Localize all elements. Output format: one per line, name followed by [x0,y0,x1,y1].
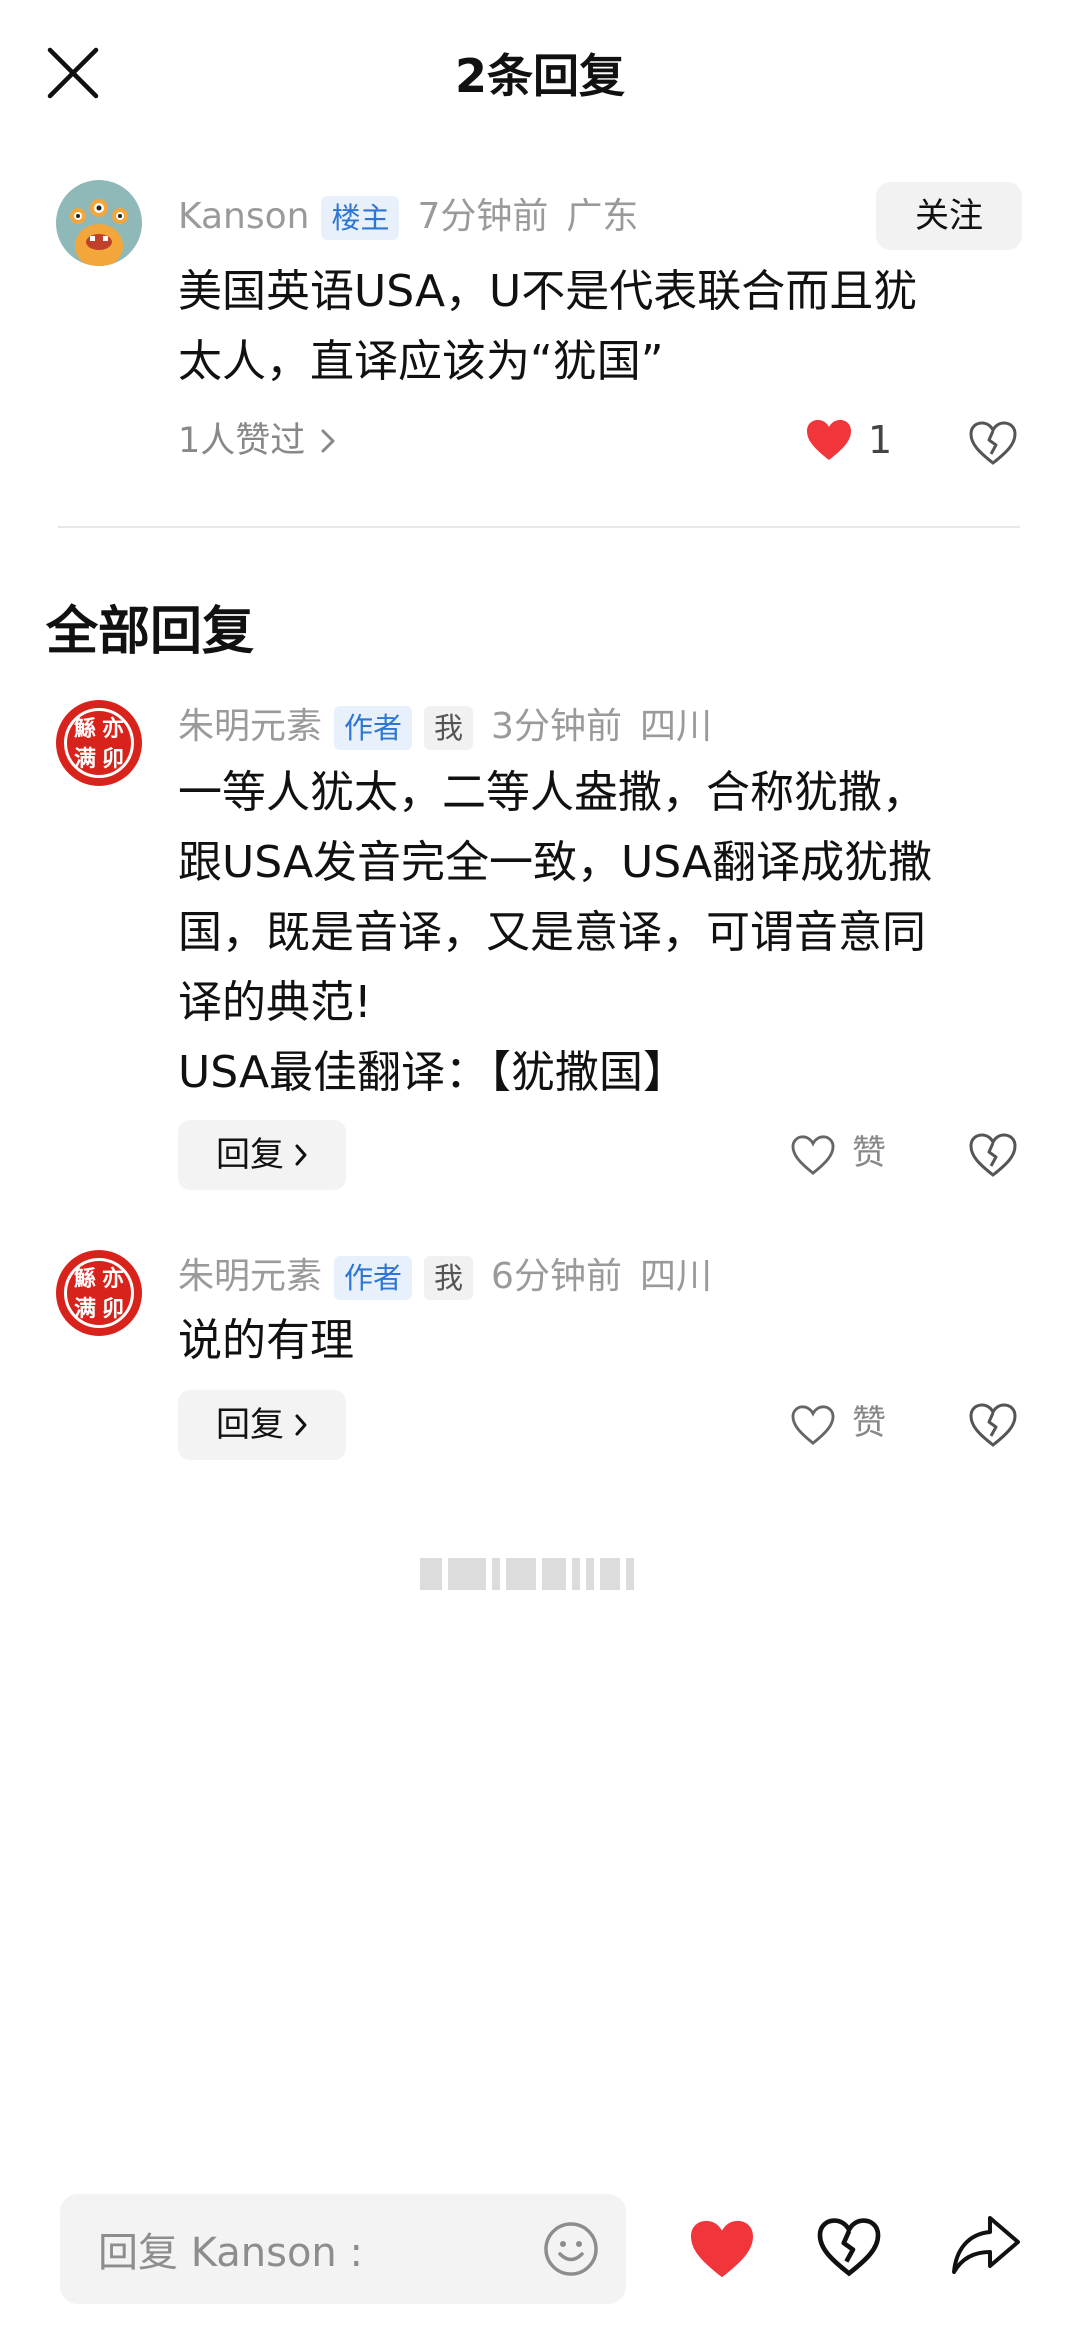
follow-button[interactable]: 关注 [876,182,1022,250]
seal-logo: 鯀亦 满卯 [64,1258,134,1328]
timestamp: 7分钟前 [417,196,549,237]
reply-line: 国，既是音译，又是意译，可谓音意同 [178,907,926,958]
comment-text: 美国英语USA，U不是代表联合而且犹 太人，直译应该为“犹国” [178,257,917,397]
location: 广东 [566,196,639,237]
op-badge: 楼主 [321,196,400,240]
reply-line: 一等人犹太，二等人盎撒，合称犹撒， [178,767,926,818]
username[interactable]: Kanson [178,196,309,237]
reply-line: 说的有理 [178,1315,354,1366]
reply-line: 跟USA发音完全一致，USA翻译成犹撒 [178,837,933,888]
reply-label: 回复 [216,1135,284,1175]
avatar[interactable]: 鯀亦 满卯 [56,1250,142,1336]
like-button[interactable] [805,418,853,462]
comment-line: 太人，直译应该为“犹国” [178,336,664,387]
me-badge: 我 [424,1256,474,1300]
reply-input-placeholder: 回复 Kanson : [98,2230,363,2276]
reply-line: USA最佳翻译：【犹撒国】 [178,1047,688,1098]
reply-label: 回复 [216,1405,284,1445]
author-badge: 作者 [334,706,413,750]
like-button[interactable] [790,1134,836,1176]
liked-by-link[interactable]: 1人赞过 [178,416,337,466]
like-label[interactable]: 赞 [852,1128,886,1178]
broken-heart-icon [969,1403,1017,1447]
reply-meta: 朱明元素 作者我 6分钟前 四川 [178,1252,712,1302]
reply-meta: 朱明元素 作者我 3分钟前 四川 [178,702,712,752]
emoji-button[interactable] [542,2220,600,2278]
bottom-dislike-button[interactable] [816,2216,882,2278]
username[interactable]: 朱明元素 [178,706,322,747]
location: 四川 [639,1256,712,1297]
me-badge: 我 [424,706,474,750]
section-title: 全部回复 [46,602,255,662]
liked-by-text: 1人赞过 [178,421,306,461]
location: 四川 [639,706,712,747]
dislike-button[interactable] [968,1132,1018,1178]
chevron-right-icon [321,429,335,453]
heart-outline-icon [791,1405,835,1445]
monster-avatar-icon [56,180,142,266]
timestamp: 3分钟前 [491,706,622,747]
reply-text: 一等人犹太，二等人盎撒，合称犹撒， 跟USA发音完全一致，USA翻译成犹撒 国，… [178,758,932,1108]
like-button[interactable] [790,1404,836,1446]
like-count: 1 [868,418,893,462]
divider [58,526,1020,528]
heart-icon [807,420,851,460]
loading-indicator [420,1558,634,1590]
reply-button[interactable]: 回复 [178,1390,346,1460]
reply-line: 译的典范! [178,977,372,1028]
username[interactable]: 朱明元素 [178,1256,322,1297]
reply-text: 说的有理 [178,1306,354,1376]
dislike-button[interactable] [968,1402,1018,1448]
chevron-right-icon [295,1144,307,1166]
heart-icon [691,2220,753,2278]
share-icon [952,2216,1020,2274]
heart-outline-icon [791,1135,835,1175]
broken-heart-icon [969,421,1017,465]
reply-button[interactable]: 回复 [178,1120,346,1190]
dislike-button[interactable] [968,420,1018,466]
bottom-like-button[interactable] [688,2218,756,2280]
broken-heart-icon [817,2218,881,2277]
avatar[interactable]: 鯀亦 满卯 [56,700,142,786]
timestamp: 6分钟前 [491,1256,622,1297]
seal-logo: 鯀亦 满卯 [64,708,134,778]
author-badge: 作者 [334,1256,413,1300]
page-title: 2条回复 [454,49,625,103]
share-button[interactable] [950,2212,1022,2278]
emoji-icon [544,2222,598,2276]
chevron-right-icon [295,1414,307,1436]
comment-line: 美国英语USA，U不是代表联合而且犹 [178,266,918,317]
broken-heart-icon [969,1133,1017,1177]
avatar[interactable] [56,180,142,266]
comment-meta: Kanson 楼主 7分钟前 广东 [178,192,638,242]
like-label[interactable]: 赞 [852,1398,886,1448]
